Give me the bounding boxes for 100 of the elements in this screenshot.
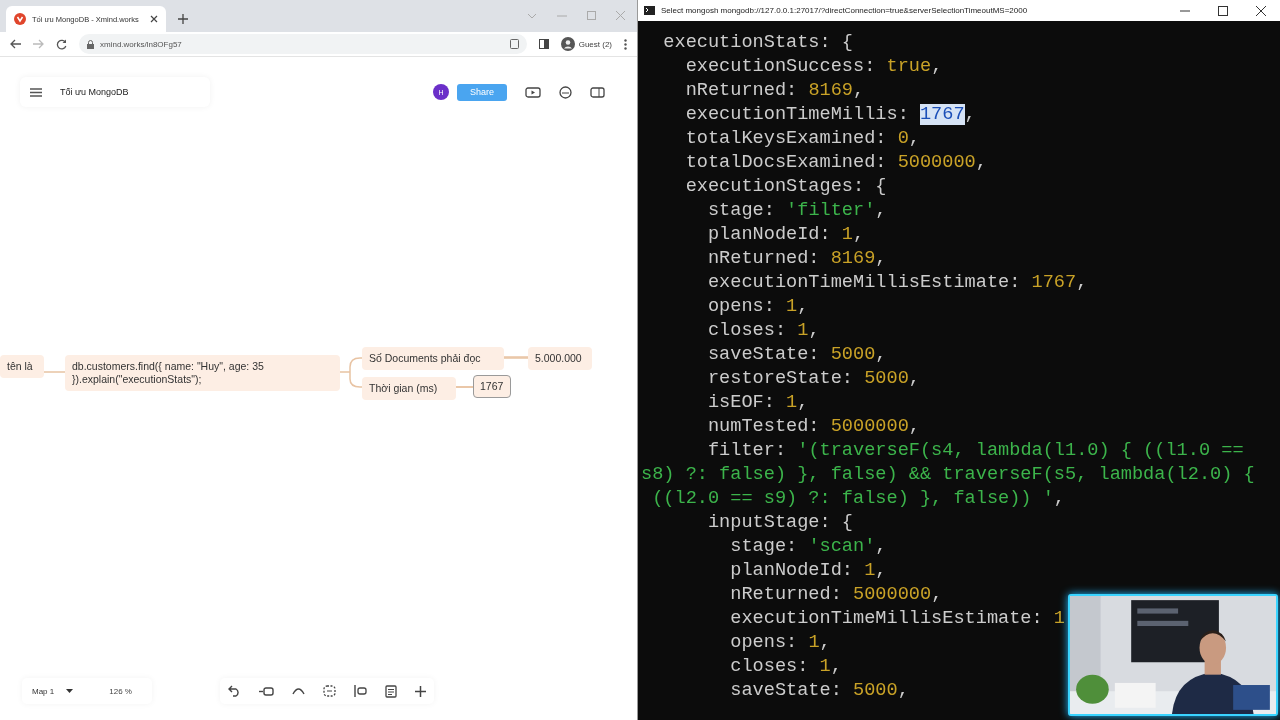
play-icon[interactable] <box>525 86 541 98</box>
terminal-text: 'scan' <box>808 536 876 557</box>
terminal-text: executionSuccess: <box>684 56 877 77</box>
terminal-text: , <box>808 320 820 341</box>
back-icon[interactable] <box>10 39 21 49</box>
connector-line <box>455 384 475 390</box>
terminal-text: 'filter' <box>786 200 876 221</box>
boundary-icon[interactable] <box>323 685 336 697</box>
window-title: Select mongosh mongodb://127.0.0.1:27017/?directConnection=true&serverSelectionTimeoutMS=2000 <box>661 6 1028 15</box>
terminal-text: saveState: <box>706 344 821 365</box>
note-icon[interactable] <box>385 684 397 698</box>
terminal-text: 5000000 <box>897 152 976 173</box>
terminal-text: , <box>931 584 943 605</box>
summary-icon[interactable] <box>354 685 367 697</box>
terminal-text: s8) ?: false) }, false) && traverseF(s5, lambda(l2.0) { <box>641 464 1255 485</box>
terminal-text: 1 <box>864 560 876 581</box>
install-icon[interactable] <box>509 39 519 49</box>
terminal-text: opens: <box>729 632 799 653</box>
user-icon <box>560 37 575 51</box>
terminal-text: , <box>853 224 865 245</box>
terminal-text: 8169 <box>830 248 876 269</box>
mindmap-topic[interactable]: 1767 <box>473 375 511 399</box>
terminal-text: executionTimeMillisEstimate: <box>729 608 1044 629</box>
mindmap-topic[interactable]: tên là <box>0 355 44 379</box>
mindmap-topic[interactable]: Thời gian (ms) <box>362 377 456 401</box>
terminal-text: inputStage: { <box>706 512 853 533</box>
close-icon[interactable] <box>1256 5 1266 16</box>
terminal-text: planNodeId: <box>706 224 832 245</box>
terminal-text: totalDocsExamined: <box>684 152 888 173</box>
document-title[interactable]: Tối ưu MongoDB <box>60 87 129 97</box>
terminal-text: , <box>908 416 920 437</box>
terminal-icon <box>644 6 655 15</box>
terminal-text: closes: <box>706 320 788 341</box>
terminal-text: 5000 <box>853 680 898 701</box>
terminal-text: , <box>797 392 809 413</box>
terminal-text: 5000 <box>830 344 876 365</box>
caret-icon <box>66 689 74 693</box>
terminal-text: , <box>875 200 887 221</box>
zoom-level[interactable]: 126 % <box>109 686 132 696</box>
topic-icon[interactable] <box>259 686 274 696</box>
terminal-text: executionStages: { <box>684 176 887 197</box>
terminal-text: 1 <box>786 296 798 317</box>
terminal-text: saveState: <box>729 680 843 701</box>
terminal-text: 1 <box>808 632 820 653</box>
terminal-text: nReturned: <box>706 248 821 269</box>
terminal-text: , <box>797 296 809 317</box>
terminal-text: closes: <box>729 656 810 677</box>
terminal-text: 1767 <box>919 104 965 125</box>
sidebar-icon[interactable] <box>538 39 549 49</box>
reload-icon[interactable] <box>56 38 67 50</box>
terminal-text: , <box>1076 272 1088 293</box>
add-icon[interactable] <box>415 685 426 697</box>
terminal-text: 1 <box>786 392 798 413</box>
terminal-text: 1 <box>819 656 831 677</box>
terminal-text: , <box>908 368 920 389</box>
terminal-text: ((l2.0 == s9) ?: false) }, false)) ' <box>651 488 1054 509</box>
terminal-text: 1 <box>797 320 809 341</box>
sheet-selector[interactable]: Map 1 <box>32 686 74 696</box>
terminal-text: , <box>875 248 887 269</box>
terminal-text: planNodeId: <box>729 560 854 581</box>
url-text: xmind.works/ln8OFg57 <box>100 39 182 49</box>
terminal-text: , <box>830 656 842 677</box>
terminal-text: executionTimeMillis: <box>684 104 910 125</box>
maximize-icon[interactable] <box>1218 5 1228 16</box>
lock-icon <box>87 39 94 49</box>
menu-icon[interactable] <box>30 87 42 97</box>
mindmap-topic[interactable]: 5.000.000 <box>528 347 592 371</box>
terminal-text: isEOF: <box>706 392 776 413</box>
minimize-icon[interactable] <box>1180 9 1190 12</box>
undo-icon[interactable] <box>228 685 241 697</box>
terminal-text: 8169 <box>808 80 853 101</box>
terminal-text: , <box>875 344 887 365</box>
terminal-text: opens: <box>706 296 776 317</box>
terminal-text: , <box>931 56 943 77</box>
terminal-text: 1 <box>1053 608 1066 629</box>
terminal-text: totalKeysExamined: <box>684 128 888 149</box>
terminal-text: stage: <box>729 536 799 557</box>
terminal-text: filter: <box>706 440 788 461</box>
terminal-text: restoreState: <box>706 368 854 389</box>
terminal-text: , <box>975 152 987 173</box>
terminal-text: , <box>853 80 865 101</box>
terminal-text: executionStats: { <box>662 32 853 53</box>
menu-icon[interactable] <box>624 38 627 50</box>
terminal-text: true <box>886 56 932 77</box>
profile-button[interactable]: Guest (2) <box>560 37 612 51</box>
terminal-text: stage: <box>706 200 776 221</box>
terminal-text: '(traverseF(s4, lambda(l1.0) { ((l1.0 == <box>797 440 1244 461</box>
relationship-icon[interactable] <box>292 687 305 695</box>
new-tab-icon[interactable] <box>178 14 188 24</box>
terminal-text: 5000 <box>864 368 909 389</box>
panel-icon[interactable] <box>590 86 605 98</box>
terminal-text: 1 <box>841 224 854 245</box>
terminal-text: numTested: <box>706 416 821 437</box>
terminal-text: , <box>875 536 887 557</box>
terminal-text: , <box>964 104 976 125</box>
address-bar[interactable]: xmind.works/ln8OFg57 <box>79 34 527 54</box>
close-icon[interactable] <box>150 15 158 23</box>
terminal-text: , <box>875 560 887 581</box>
terminal-text: nReturned: <box>684 80 799 101</box>
mindmap-topic[interactable]: Số Documents phải đọc <box>362 347 504 371</box>
